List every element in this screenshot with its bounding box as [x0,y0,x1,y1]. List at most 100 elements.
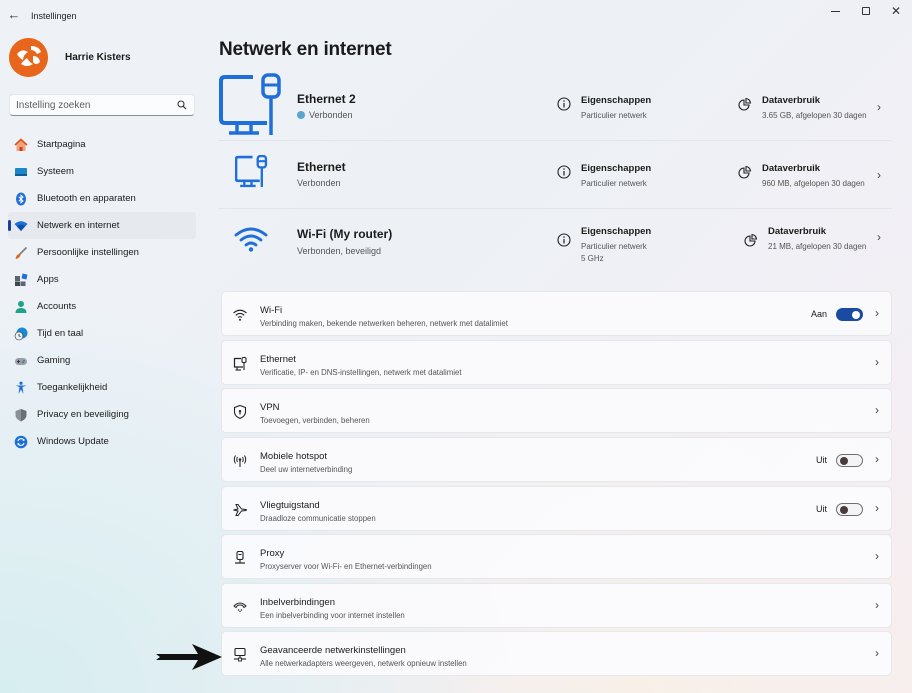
wifi-icon [234,227,268,252]
info-icon [557,233,571,247]
active-indicator [8,220,11,231]
pie-chart-icon [738,97,752,111]
title-bar: ← Instellingen ✕ [0,0,912,32]
data-usage-title: Dataverbruik [762,95,821,106]
airplane-mode-toggle[interactable] [836,503,863,516]
sidebar-item-label: Persoonlijke instellingen [37,247,139,258]
toggle-knob [840,505,848,514]
shield-icon [14,408,28,422]
close-icon: ✕ [890,4,902,18]
settings-card-dialup[interactable]: Inbelverbindingen Een inbelverbinding vo… [221,583,892,628]
airplane-icon [233,504,247,516]
settings-card-vpn[interactable]: VPN Toevoegen, verbinden, beheren › [221,388,892,433]
card-title: Mobiele hotspot [260,451,328,462]
connection-ethernet[interactable]: Ethernet Verbonden Eigenschappen Particu… [219,141,892,209]
connection-wifi[interactable]: Wi-Fi (My router) Verbonden, beveiligd E… [219,209,892,279]
toggle-knob [852,310,860,319]
connection-ethernet-2[interactable]: Ethernet 2 Verbonden Eigenschappen Parti… [219,73,892,141]
properties-title: Eigenschappen [581,226,652,237]
close-button[interactable]: ✕ [881,4,911,18]
ethernet-icon [233,356,247,371]
settings-card-airplane[interactable]: Vliegtuigstand Draadloze communicatie st… [221,486,892,531]
properties-title: Eigenschappen [581,95,652,106]
maximize-button[interactable] [851,4,881,18]
vpn-shield-icon [233,404,247,420]
data-usage-subtitle: 3.65 GB, afgelopen 30 dagen [762,111,867,120]
page-title: Netwerk en internet [219,39,392,60]
connection-name: Ethernet 2 [297,92,356,106]
data-usage-subtitle: 21 MB, afgelopen 30 dagen [768,242,867,251]
hotspot-toggle[interactable] [836,454,863,467]
settings-card-proxy[interactable]: Proxy Proxyserver voor Wi-Fi- en Etherne… [221,534,892,579]
minimize-button[interactable] [820,4,850,18]
settings-search[interactable] [9,94,195,116]
annotation-arrow-icon [156,644,222,670]
user-name: Harrie Kisters [65,52,131,63]
brush-icon [14,246,28,260]
minimize-icon [830,10,840,12]
sidebar-item-bluetooth[interactable]: Bluetooth en apparaten [8,185,196,212]
hotspot-icon [233,455,247,467]
properties-subtitle: Particulier netwerk [581,111,647,120]
search-input[interactable] [10,95,170,116]
sidebar-item-label: Toegankelijkheid [37,382,108,393]
accessibility-icon [14,381,28,395]
ethernet-monitor-icon [219,73,281,135]
card-title: Inbelverbindingen [260,597,336,608]
person-icon [14,300,28,314]
user-profile[interactable]: Harrie Kisters [9,38,131,77]
sidebar-item-label: Bluetooth en apparaten [37,193,136,204]
chevron-right-icon[interactable]: › [877,168,881,182]
search-icon[interactable] [177,100,187,110]
wifi-icon [14,219,28,233]
data-usage-title: Dataverbruik [768,226,827,237]
pie-chart-icon [744,233,758,247]
settings-card-advanced-network[interactable]: Geavanceerde netwerkinstellingen Alle ne… [221,631,892,676]
connection-name: Wi-Fi (My router) [297,227,393,241]
info-icon [557,97,571,111]
sidebar-item-gaming[interactable]: Gaming [8,347,196,374]
properties-band: 5 GHz [581,254,604,263]
update-icon [14,435,28,449]
sidebar-item-startpagina[interactable]: Startpagina [8,131,196,158]
sidebar-item-netwerk[interactable]: Netwerk en internet [8,212,196,239]
card-subtitle: Draadloze communicatie stoppen [260,514,376,523]
dialup-icon [233,602,247,612]
wifi-toggle[interactable] [836,308,863,321]
chevron-right-icon: › [875,306,879,320]
connection-name: Ethernet [297,160,346,174]
chevron-right-icon: › [875,355,879,369]
sidebar-item-label: Systeem [37,166,74,177]
sidebar-item-privacy[interactable]: Privacy en beveiliging [8,401,196,428]
toggle-state-label: Aan [810,309,827,319]
back-button[interactable]: ← [6,7,22,23]
settings-card-wifi[interactable]: Wi-Fi Verbinding maken, bekende netwerke… [221,291,892,336]
sidebar-item-label: Windows Update [37,436,109,447]
settings-card-ethernet[interactable]: Ethernet Verificatie, IP- en DNS-instell… [221,340,892,385]
sidebar-item-apps[interactable]: Apps [8,266,196,293]
sidebar-item-windows-update[interactable]: Windows Update [8,428,196,455]
ethernet-monitor-icon [235,155,268,188]
card-subtitle: Toevoegen, verbinden, beheren [260,416,370,425]
chevron-right-icon: › [875,501,879,515]
sidebar-item-toegankelijkheid[interactable]: Toegankelijkheid [8,374,196,401]
apps-icon [14,273,28,287]
globe-icon [297,111,305,119]
card-title: Proxy [260,548,285,559]
sidebar-item-label: Netwerk en internet [37,220,120,231]
data-usage-subtitle: 960 MB, afgelopen 30 dagen [762,179,865,188]
sidebar-item-accounts[interactable]: Accounts [8,293,196,320]
sidebar-item-persoonlijk[interactable]: Persoonlijke instellingen [8,239,196,266]
chevron-right-icon: › [875,452,879,466]
sidebar-item-tijd-taal[interactable]: Tijd en taal [8,320,196,347]
globe-clock-icon [14,327,28,341]
properties-subtitle: Particulier netwerk [581,179,647,188]
sidebar-item-label: Accounts [37,301,77,312]
avatar [9,38,48,77]
chevron-right-icon[interactable]: › [877,100,881,114]
sidebar-item-systeem[interactable]: Systeem [8,158,196,185]
chevron-right-icon[interactable]: › [877,230,881,244]
app-title: Instellingen [31,11,77,21]
settings-card-hotspot[interactable]: Mobiele hotspot Deel uw internetverbindi… [221,437,892,482]
card-subtitle: Verificatie, IP- en DNS-instellingen, ne… [260,368,462,377]
